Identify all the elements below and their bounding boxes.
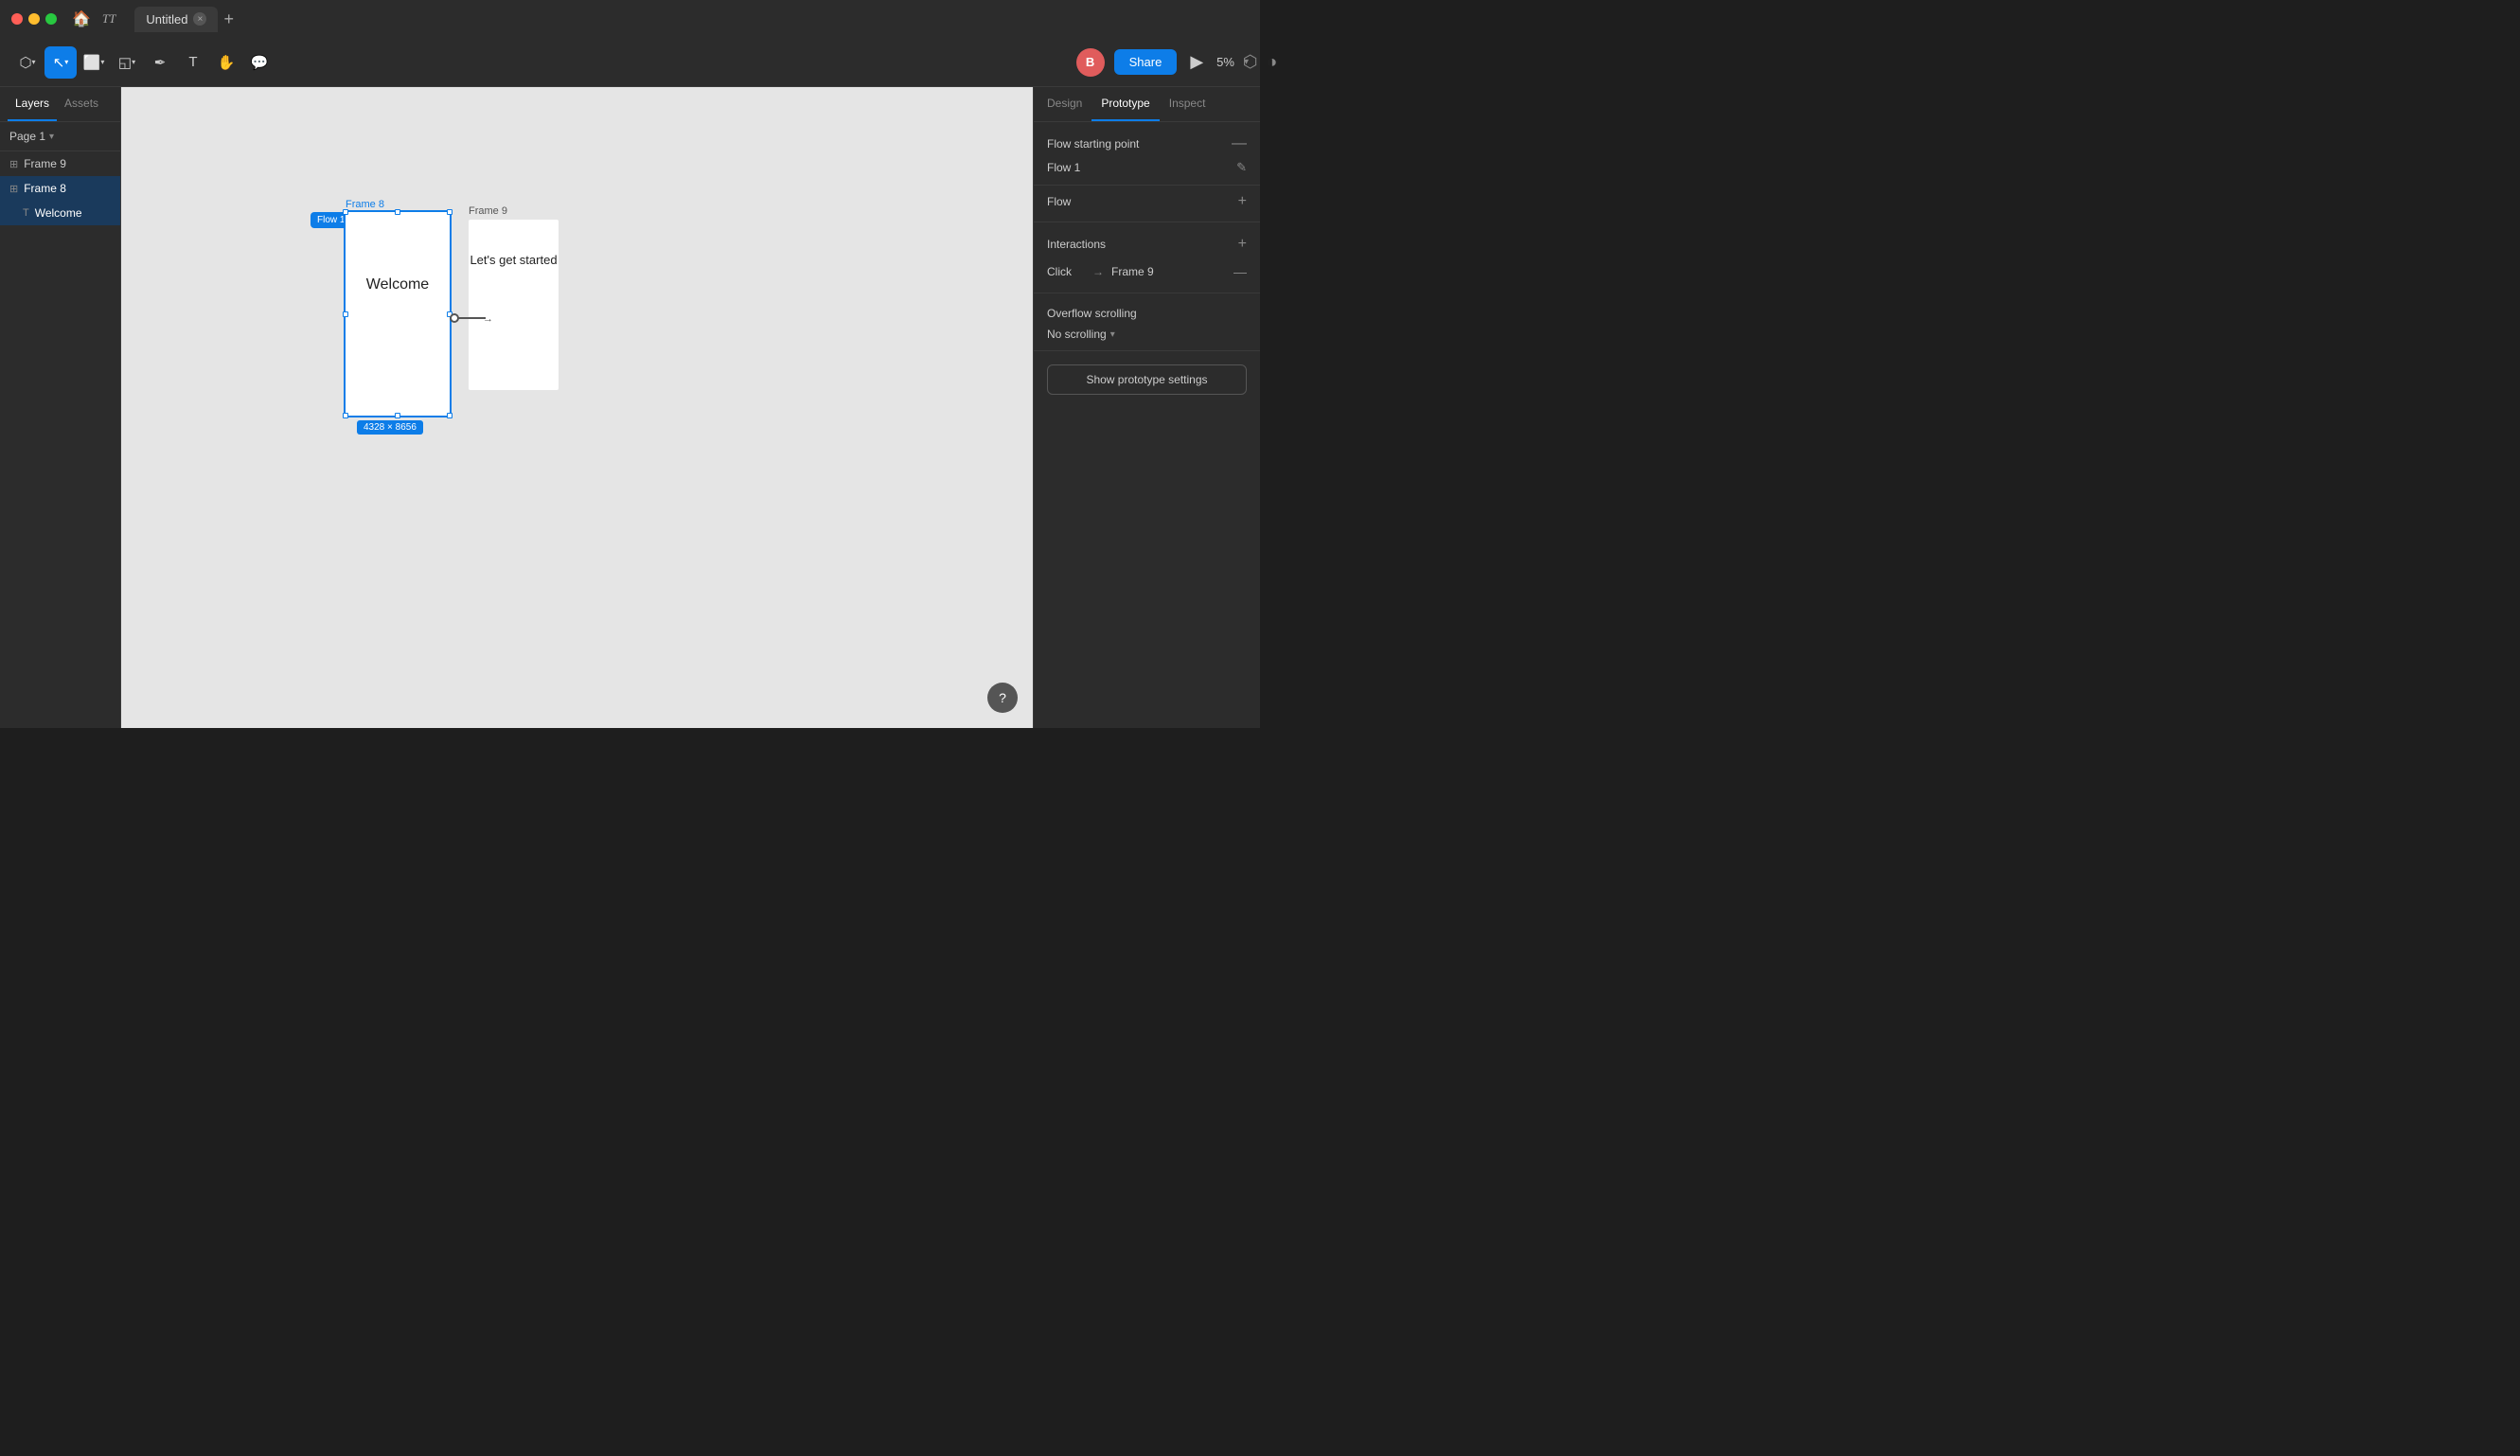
letsget-text: Let's get started [469, 253, 559, 269]
connector-line [457, 317, 486, 319]
design-tab[interactable]: Design [1038, 87, 1091, 121]
interactions-section: Interactions + Click → Frame 9 — [1034, 222, 1260, 293]
text-tool-button[interactable]: T [177, 46, 209, 79]
prototype-settings-button[interactable]: Show prototype settings [1047, 364, 1247, 395]
welcome-layer-item[interactable]: T Welcome [0, 201, 120, 225]
connector-arrow-icon: → [483, 313, 493, 325]
interactions-title: Interactions [1047, 238, 1106, 251]
frame9-layer-item[interactable]: ⊞ Frame 9 [0, 151, 120, 176]
overflow-scrolling-chevron-icon: ▾ [1110, 329, 1115, 340]
layers-tab[interactable]: Layers [8, 87, 57, 121]
interaction-arrow-icon: → [1092, 265, 1104, 278]
overflow-scrolling-header: Overflow scrolling [1047, 307, 1247, 320]
flow-section-title: Flow [1047, 195, 1071, 208]
overflow-scrolling-value: No scrolling [1047, 328, 1107, 341]
tab-area: Untitled × + [134, 7, 240, 32]
frame-tool-button[interactable]: ⬜▾ [78, 46, 110, 79]
hand-tool-button[interactable]: ✋ [210, 46, 242, 79]
frame8-label: Frame 8 [346, 199, 384, 210]
maximize-traffic-light[interactable] [45, 13, 57, 25]
overflow-scrolling-section: Overflow scrolling No scrolling ▾ [1034, 293, 1260, 351]
pen-tool-button[interactable]: ✒ [144, 46, 176, 79]
interaction-target-label: Frame 9 [1111, 265, 1226, 278]
tab-close-button[interactable]: × [193, 12, 206, 26]
frame8-layer-icon: ⊞ [9, 183, 18, 195]
handle-br[interactable] [447, 413, 453, 418]
flow-starting-point-section: Flow starting point — Flow 1 ✎ [1034, 122, 1260, 186]
new-tab-button[interactable]: + [218, 9, 240, 29]
comment-tool-button[interactable]: 💬 [243, 46, 275, 79]
handle-tr[interactable] [447, 209, 453, 215]
handle-bl[interactable] [343, 413, 348, 418]
frame8-layer-item[interactable]: ⊞ Frame 8 [0, 176, 120, 201]
current-tab[interactable]: Untitled × [134, 7, 218, 32]
canvas-area[interactable]: Frame 8 Frame 9 Flow 1 ▶ Welcome Let's g… [121, 87, 1033, 728]
prototype-tab[interactable]: Prototype [1091, 87, 1159, 121]
frame8-canvas[interactable] [346, 212, 450, 416]
share-button[interactable]: Share [1114, 49, 1178, 75]
handle-ml[interactable] [343, 311, 348, 317]
flow-name-row: Flow 1 ✎ [1047, 160, 1247, 175]
main-layout: Layers Assets Page 1 ▾ ⊞ Frame 9 ⊞ Frame… [0, 87, 1260, 728]
inspect-tab[interactable]: Inspect [1160, 87, 1216, 121]
flow-edit-icon[interactable]: ✎ [1236, 160, 1247, 175]
flow-starting-point-header: Flow starting point — [1047, 135, 1247, 152]
interaction-trigger-click: Click [1047, 265, 1085, 278]
overflow-scrolling-title: Overflow scrolling [1047, 307, 1137, 320]
interactions-add-icon[interactable]: + [1238, 236, 1247, 253]
flow-starting-point-collapse-icon[interactable]: — [1232, 135, 1247, 152]
overflow-scrolling-select[interactable]: No scrolling ▾ [1047, 328, 1247, 341]
handle-tm[interactable] [395, 209, 400, 215]
interactions-header: Interactions + [1047, 236, 1247, 253]
titlebar: 🏠 TT Untitled × + [0, 0, 1260, 38]
handle-tl[interactable] [343, 209, 348, 215]
interaction-remove-icon[interactable]: — [1233, 264, 1247, 279]
flow-section-header: Flow + [1047, 193, 1247, 210]
close-traffic-light[interactable] [11, 13, 23, 25]
traffic-lights [11, 13, 57, 25]
tool-group-left: ⬡▾ ↖▾ ⬜▾ ◱▾ ✒ T ✋ 💬 [11, 46, 275, 79]
page-selector[interactable]: Page 1 ▾ [0, 122, 120, 151]
avatar[interactable]: B [1076, 48, 1105, 77]
frame8-layer-label: Frame 8 [24, 182, 66, 195]
select-tool-button[interactable]: ↖▾ [44, 46, 77, 79]
theme-center-icon[interactable]: ◑ [1267, 52, 1277, 72]
welcome-layer-label: Welcome [35, 206, 82, 220]
zoom-level[interactable]: 5% [1216, 55, 1234, 69]
assets-center-icon[interactable]: ⬡ [1243, 52, 1258, 72]
minimize-traffic-light[interactable] [28, 13, 40, 25]
page-selector-chevron-icon: ▾ [49, 132, 54, 142]
toolbar: ⬡▾ ↖▾ ⬜▾ ◱▾ ✒ T ✋ 💬 ⬡ ◑ B Share ▶ 5% ▾ [0, 38, 1260, 87]
frame9-label: Frame 9 [469, 205, 507, 217]
play-button[interactable]: ▶ [1186, 52, 1207, 72]
flow-badge-label: Flow 1 [317, 215, 345, 225]
frame-size-badge: 4328 × 8656 [357, 420, 423, 435]
flow-section-add-icon[interactable]: + [1238, 193, 1247, 210]
frame9-layer-label: Frame 9 [24, 157, 66, 170]
help-button[interactable]: ? [987, 683, 1018, 713]
frame9-canvas[interactable] [469, 220, 559, 390]
tt-label: TT [102, 11, 115, 27]
app-icon: 🏠 [72, 9, 91, 28]
page-selector-label: Page 1 [9, 130, 45, 143]
left-panel: Layers Assets Page 1 ▾ ⊞ Frame 9 ⊞ Frame… [0, 87, 121, 728]
handle-bm[interactable] [395, 413, 400, 418]
right-panel: Design Prototype Inspect Flow starting p… [1033, 87, 1260, 728]
toolbar-center: ⬡ ◑ [1243, 52, 1278, 72]
shape-tool-button[interactable]: ◱▾ [111, 46, 143, 79]
panel-tabs: Layers Assets [0, 87, 120, 122]
toolbar-right: B Share ▶ 5% ▾ [1076, 48, 1249, 77]
move-tool-button[interactable]: ⬡▾ [11, 46, 44, 79]
right-panel-tabs: Design Prototype Inspect [1034, 87, 1260, 122]
tab-title: Untitled [146, 12, 187, 27]
flow-section: Flow + [1034, 186, 1260, 222]
flow-name-label: Flow 1 [1047, 161, 1080, 174]
frame9-layer-icon: ⊞ [9, 158, 18, 170]
interaction-row: Click → Frame 9 — [1047, 260, 1247, 283]
welcome-layer-icon: T [23, 207, 29, 219]
flow-starting-point-title: Flow starting point [1047, 137, 1139, 151]
assets-tab[interactable]: Assets [57, 87, 106, 121]
welcome-text: Welcome [346, 276, 450, 293]
